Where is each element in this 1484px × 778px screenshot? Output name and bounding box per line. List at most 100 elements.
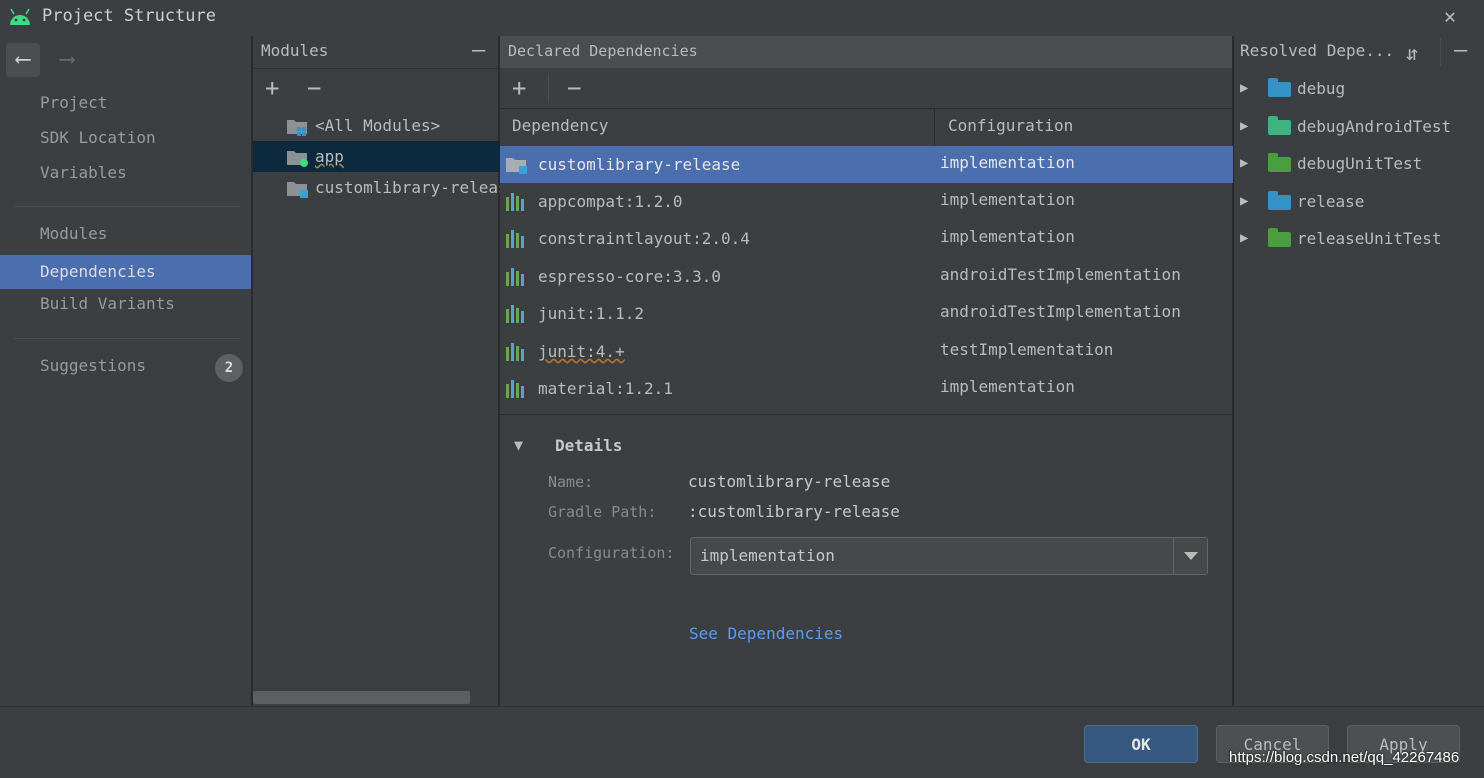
expand-arrow-icon[interactable]: ▶	[1240, 220, 1248, 257]
dependency-name: junit:1.1.2	[538, 304, 644, 323]
dependency-configuration: implementation	[940, 227, 1075, 246]
expand-arrow-icon[interactable]: ▶	[1240, 183, 1248, 220]
expand-arrow-icon[interactable]: ▶	[1240, 145, 1248, 182]
gradle-path-label: Gradle Path:	[548, 503, 657, 521]
forward-button[interactable]: ⟶	[50, 43, 84, 77]
dependency-configuration: testImplementation	[940, 340, 1114, 359]
folder-icon	[1268, 153, 1291, 172]
title-bar: Project Structure ✕	[0, 0, 1484, 36]
dependency-configuration: implementation	[940, 377, 1075, 396]
declared-dependencies-header: Declared Dependencies	[500, 36, 1232, 68]
table-row[interactable]: customlibrary-release implementation	[500, 146, 1233, 183]
gradle-path-value: :customlibrary-release	[688, 502, 900, 521]
details-toggle-icon[interactable]: ▼	[514, 436, 523, 454]
configuration-dropdown-value: implementation	[700, 546, 835, 565]
nav-item-modules[interactable]: Modules	[0, 217, 251, 251]
library-module-icon	[506, 158, 527, 174]
resolved-label: debugAndroidTest	[1297, 117, 1452, 136]
close-icon[interactable]: ✕	[1444, 4, 1456, 28]
module-label: <All Modules>	[315, 116, 441, 135]
nav-divider	[14, 338, 240, 339]
suggestions-count-badge: 2	[215, 354, 243, 382]
resolved-collapse-button[interactable]: —	[1454, 40, 1467, 62]
table-row[interactable]: constraintlayout:2.0.4 implementation	[500, 220, 1233, 257]
nav-item-suggestions[interactable]: Suggestions	[0, 349, 251, 383]
name-value: customlibrary-release	[688, 472, 891, 491]
resolved-dependencies-panel: Resolved Depe... ⇵ — ▶ debug ▶ debugAndr…	[1234, 36, 1484, 706]
remove-module-button[interactable]: −	[307, 76, 321, 100]
dependency-configuration: implementation	[940, 190, 1075, 209]
add-module-button[interactable]: +	[265, 76, 279, 100]
nav-item-project[interactable]: Project	[0, 86, 251, 120]
ok-button[interactable]: OK	[1084, 725, 1198, 763]
resolved-dependencies-header: Resolved Depe...	[1240, 41, 1395, 60]
dependency-name: customlibrary-release	[538, 155, 741, 174]
see-dependencies-link[interactable]: See Dependencies	[689, 624, 843, 643]
dependency-name: constraintlayout:2.0.4	[538, 229, 750, 248]
module-item-all-modules[interactable]: <All Modules>	[253, 110, 500, 141]
dependency-name: espresso-core:3.3.0	[538, 267, 722, 286]
modules-horizontal-scrollbar[interactable]	[253, 691, 470, 704]
watermark: https://blog.csdn.net/qq_42267486	[1229, 749, 1460, 766]
table-row[interactable]: appcompat:1.2.0 implementation	[500, 183, 1233, 220]
resolved-item-debug-android-test[interactable]: ▶ debugAndroidTest	[1234, 108, 1484, 145]
column-header-configuration[interactable]: Configuration	[948, 109, 1073, 143]
name-label: Name:	[548, 473, 594, 491]
nav-item-sdk-location[interactable]: SDK Location	[0, 121, 251, 155]
nav-divider	[14, 206, 240, 207]
library-bars-icon	[506, 343, 524, 361]
resolved-item-debug-unit-test[interactable]: ▶ debugUnitTest	[1234, 145, 1484, 182]
library-bars-icon	[506, 305, 524, 323]
resolved-label: debug	[1297, 79, 1346, 98]
folder-icon	[1268, 228, 1291, 247]
modules-folder-icon	[287, 120, 307, 136]
back-button[interactable]: ⟵	[6, 43, 40, 77]
modules-collapse-button[interactable]: —	[472, 40, 485, 62]
dependency-name: material:1.2.1	[538, 379, 673, 398]
details-title: Details	[555, 436, 623, 455]
details-section: ▼ Details Name: customlibrary-release Gr…	[500, 416, 1232, 706]
dependency-configuration: implementation	[940, 153, 1075, 172]
module-item-customlibrary-release[interactable]: customlibrary-release	[253, 172, 500, 203]
add-dependency-button[interactable]: +	[512, 76, 526, 100]
table-row[interactable]: junit:1.1.2 androidTestImplementation	[500, 295, 1233, 332]
folder-icon	[1268, 191, 1291, 210]
modules-panel: Modules — + − <All Modules> app customli…	[253, 36, 500, 706]
chevron-down-icon[interactable]	[1184, 552, 1198, 560]
resolved-label: release	[1297, 192, 1365, 211]
resolved-item-release-unit-test[interactable]: ▶ releaseUnitTest	[1234, 220, 1484, 257]
dependency-name: junit:4.+	[538, 342, 625, 361]
configuration-label: Configuration:	[548, 544, 675, 562]
table-row[interactable]: espresso-core:3.3.0 androidTestImplement…	[500, 258, 1233, 295]
folder-icon	[1268, 78, 1291, 97]
app-module-icon	[287, 151, 308, 167]
column-header-dependency[interactable]: Dependency	[512, 109, 608, 143]
expand-collapse-icon[interactable]: ⇵	[1406, 42, 1418, 64]
dialog-footer: OK Cancel Apply https://blog.csdn.net/qq…	[0, 706, 1484, 778]
nav-item-build-variants[interactable]: Build Variants	[0, 287, 251, 321]
resolved-label: debugUnitTest	[1297, 154, 1423, 173]
table-row[interactable]: junit:4.+ testImplementation	[500, 333, 1233, 370]
nav-item-dependencies[interactable]: Dependencies	[0, 255, 251, 289]
left-navigation: ⟵ ⟶ Project SDK Location Variables Modul…	[0, 36, 251, 706]
folder-icon	[1268, 116, 1291, 135]
module-label: customlibrary-release	[315, 178, 500, 197]
resolved-item-debug[interactable]: ▶ debug	[1234, 70, 1484, 107]
module-item-app[interactable]: app	[253, 141, 500, 172]
remove-dependency-button[interactable]: −	[567, 76, 581, 100]
modules-header: Modules	[261, 41, 329, 60]
resolved-item-release[interactable]: ▶ release	[1234, 183, 1484, 220]
expand-arrow-icon[interactable]: ▶	[1240, 70, 1248, 107]
library-module-icon	[287, 182, 308, 198]
nav-item-variables[interactable]: Variables	[0, 156, 251, 190]
android-icon	[10, 8, 30, 25]
dependency-configuration: androidTestImplementation	[940, 302, 1181, 321]
dependency-table-body: customlibrary-release implementation app…	[500, 146, 1233, 414]
configuration-dropdown[interactable]: implementation	[690, 537, 1208, 575]
window-title: Project Structure	[42, 6, 216, 26]
library-bars-icon	[506, 193, 524, 211]
table-row[interactable]: material:1.2.1 implementation	[500, 370, 1233, 407]
resolved-label: releaseUnitTest	[1297, 229, 1442, 248]
expand-arrow-icon[interactable]: ▶	[1240, 108, 1248, 145]
declared-dependencies-panel: Declared Dependencies + − Dependency Con…	[500, 36, 1233, 706]
